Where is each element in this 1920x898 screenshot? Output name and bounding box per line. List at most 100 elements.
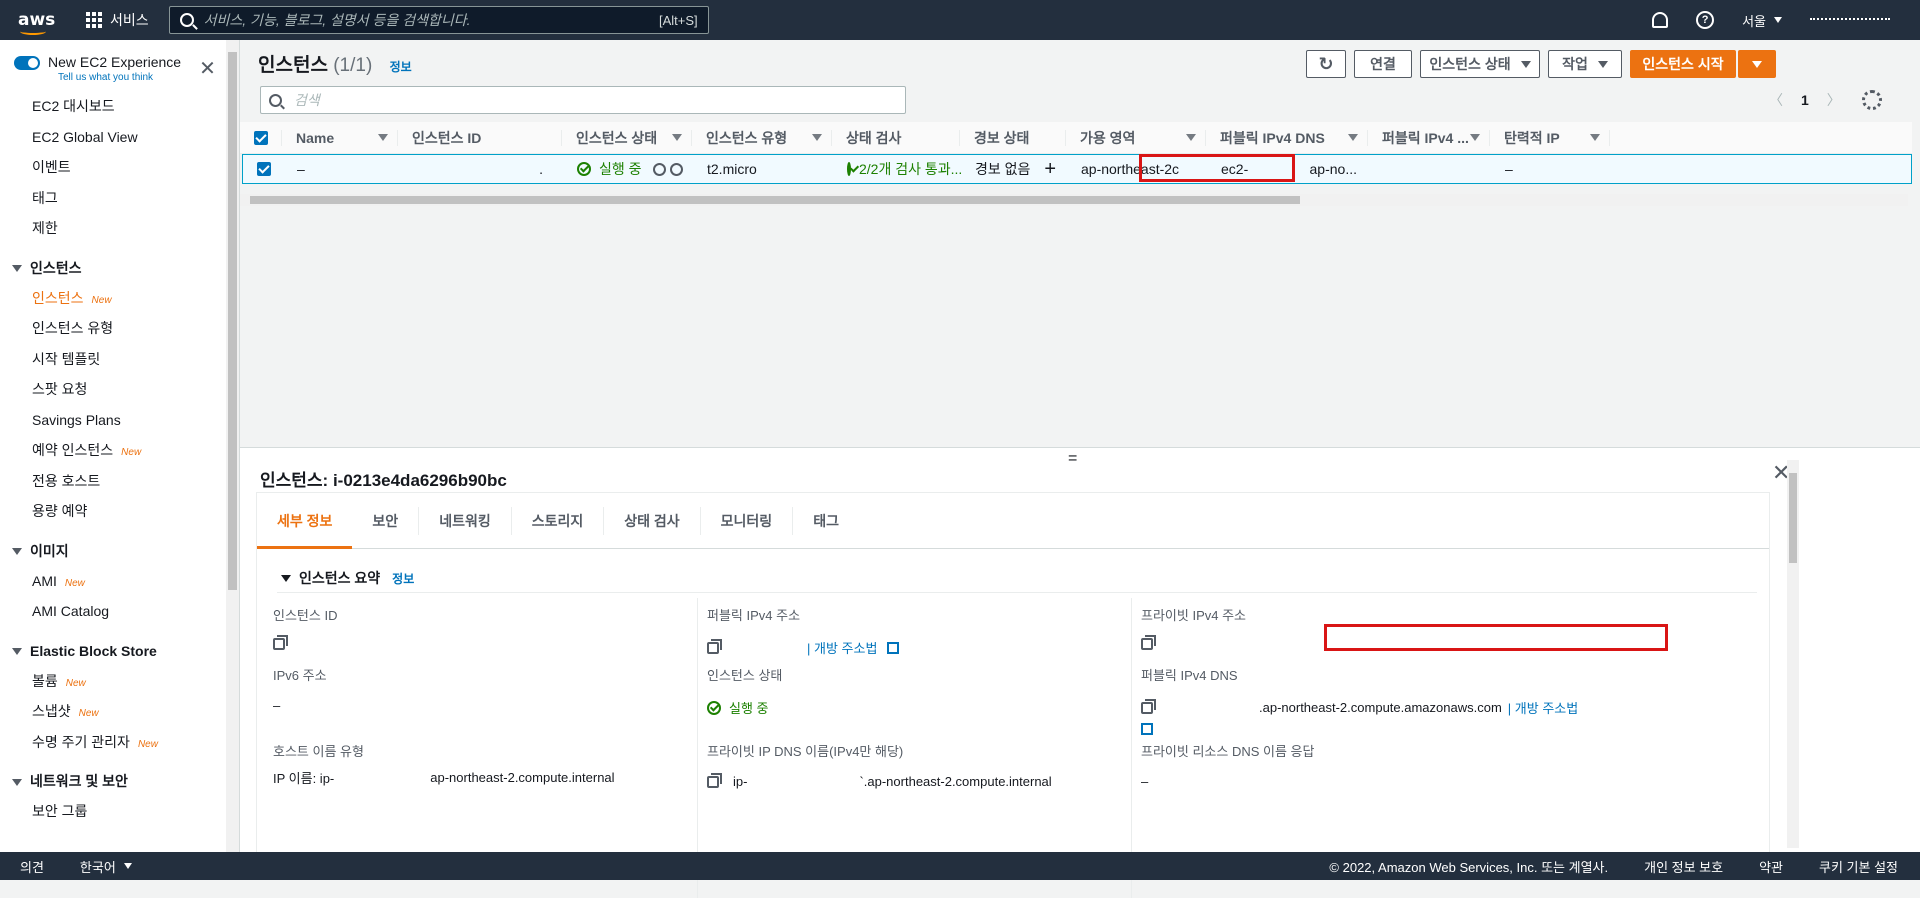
external-link-icon[interactable] — [1141, 723, 1153, 735]
tab-storage[interactable]: 스토리지 — [512, 506, 605, 535]
copy-icon[interactable] — [273, 635, 288, 650]
summary-title: 인스턴스 요약 — [299, 570, 381, 586]
sidebar-item[interactable]: 보안 그룹 — [0, 796, 239, 827]
terms-link[interactable]: 약관 — [1759, 857, 1783, 876]
sidebar-item[interactable]: AMI New — [0, 566, 239, 597]
table-horizontal-scrollbar[interactable] — [240, 194, 1908, 206]
open-address-link[interactable]: | 개방 주소법 — [1508, 698, 1578, 717]
resize-handle[interactable]: = — [1068, 450, 1077, 468]
col-public-dns[interactable]: 퍼블릭 IPv4 DNS — [1206, 122, 1368, 153]
tab-tags[interactable]: 태그 — [793, 507, 859, 535]
launch-instance-button[interactable]: 인스턴스 시작 — [1630, 50, 1736, 78]
copy-icon[interactable] — [1141, 698, 1156, 714]
row-checkbox[interactable] — [243, 155, 283, 183]
sidebar-item[interactable]: AMI Catalog — [0, 596, 239, 627]
sidebar-item[interactable]: 볼륨 New — [0, 666, 239, 697]
sidebar-item[interactable]: 인스턴스 New — [0, 283, 239, 314]
table-row[interactable]: – . 실행 중 t2.micro 2/2개 검사 통과... 경보 없음 + a… — [242, 154, 1912, 184]
sidebar-section[interactable]: 이미지 — [0, 536, 239, 566]
instance-summary-header[interactable]: 인스턴스 요약 정보 — [281, 568, 414, 588]
info-link[interactable]: 정보 — [390, 60, 412, 74]
col-public-ipv4[interactable]: 퍼블릭 IPv4 ... — [1368, 122, 1490, 153]
connect-button[interactable]: 연결 — [1354, 50, 1412, 78]
alarm-text: 경보 없음 — [975, 161, 1031, 177]
tab-status-checks[interactable]: 상태 검사 — [604, 506, 701, 535]
caret-down-icon — [12, 778, 22, 786]
close-icon[interactable]: ✕ — [199, 56, 216, 81]
select-all-checkbox[interactable] — [240, 122, 282, 153]
tab-details[interactable]: 세부 정보 — [257, 493, 353, 549]
chevron-down-icon — [1774, 17, 1782, 23]
copy-icon[interactable] — [707, 638, 722, 654]
aws-logo[interactable]: aws — [18, 10, 58, 35]
add-alarm-icon[interactable]: + — [1044, 158, 1056, 181]
sidebar-item[interactable]: 시작 템플릿 — [0, 344, 239, 375]
col-instance-state[interactable]: 인스턴스 상태 — [562, 122, 692, 153]
sidebar-item[interactable]: 스냅샷 New — [0, 696, 239, 727]
services-menu-button[interactable]: 서비스 — [86, 10, 149, 30]
details-scroll-thumb[interactable] — [1789, 473, 1797, 563]
sidebar-item-label: 스냅샷 — [32, 703, 71, 719]
tab-monitoring[interactable]: 모니터링 — [701, 506, 794, 535]
col-name[interactable]: Name — [282, 122, 398, 153]
bell-icon[interactable] — [1652, 12, 1669, 28]
copy-icon[interactable] — [1141, 635, 1156, 650]
sidebar-item[interactable]: 태그 — [0, 183, 239, 214]
actions-button[interactable]: 작업 — [1548, 50, 1622, 78]
sidebar-item[interactable]: Savings Plans — [0, 405, 239, 436]
open-address-link[interactable]: | 개방 주소법 — [807, 638, 877, 657]
privacy-link[interactable]: 개인 정보 보호 — [1644, 857, 1723, 876]
instance-filter-input[interactable]: 검색 — [260, 86, 906, 114]
region-selector[interactable]: 서울 — [1742, 11, 1782, 30]
col-instance-id[interactable]: 인스턴스 ID — [398, 122, 562, 153]
launch-dropdown-button[interactable] — [1738, 50, 1776, 78]
sidebar-scroll-thumb[interactable] — [228, 52, 237, 590]
tab-security[interactable]: 보안 — [352, 506, 420, 535]
zoom-out-icon[interactable] — [670, 162, 683, 176]
sidebar-item[interactable]: 이벤트 — [0, 152, 239, 183]
new-experience-toggle[interactable] — [14, 56, 40, 70]
cookie-settings-link[interactable]: 쿠키 기본 설정 — [1819, 857, 1898, 876]
col-status-check[interactable]: 상태 검사 — [832, 122, 960, 153]
check-circle-icon — [577, 162, 591, 176]
feedback-link[interactable]: 의견 — [20, 857, 44, 876]
info-link[interactable]: 정보 — [392, 570, 414, 587]
sidebar-item[interactable]: 전용 호스트 — [0, 466, 239, 497]
global-search-input[interactable]: 서비스, 기능, 블로그, 설명서 등을 검색합니다. [Alt+S] — [168, 6, 709, 34]
col-instance-type[interactable]: 인스턴스 유형 — [692, 122, 832, 153]
gear-icon[interactable] — [1862, 90, 1882, 110]
copy-icon[interactable] — [707, 772, 722, 788]
connect-label: 연결 — [1370, 56, 1396, 72]
sidebar-item[interactable]: 제한 — [0, 213, 239, 244]
sidebar-item-label: 용량 예약 — [32, 503, 88, 519]
col-label: 인스턴스 유형 — [706, 129, 788, 146]
sidebar-item[interactable]: 예약 인스턴스 New — [0, 435, 239, 466]
sidebar-item[interactable]: 인스턴스 유형 — [0, 313, 239, 344]
sidebar-item[interactable]: 수명 주기 관리자 New — [0, 727, 239, 758]
sidebar-item-label: AMI Catalog — [32, 603, 110, 619]
prev-page-icon[interactable]: 〈 — [1769, 90, 1783, 110]
sidebar-section[interactable]: 인스턴스 — [0, 253, 239, 283]
feedback-link[interactable]: Tell us what you think — [58, 72, 181, 83]
main-content: 인스턴스 (1/1) 정보 ↻ 연결 인스턴스 상태 작업 인스턴스 시작 검색… — [240, 40, 1920, 898]
help-icon[interactable]: ? — [1696, 11, 1715, 29]
cell-instance-id[interactable]: . — [399, 155, 563, 183]
sidebar-item[interactable]: EC2 대시보드 — [0, 91, 239, 122]
account-menu[interactable] — [1810, 18, 1890, 22]
sidebar-section[interactable]: 네트워크 및 보안 — [0, 766, 239, 796]
sidebar-item[interactable]: EC2 Global View — [0, 122, 239, 153]
tab-networking[interactable]: 네트워킹 — [419, 506, 512, 535]
col-alarm-status[interactable]: 경보 상태 — [960, 122, 1066, 153]
language-selector[interactable]: 한국어 — [80, 857, 132, 876]
col-availability-zone[interactable]: 가용 영역 — [1066, 122, 1206, 153]
sidebar-item[interactable]: 스팟 요청 — [0, 374, 239, 405]
instance-state-button[interactable]: 인스턴스 상태 — [1420, 50, 1540, 78]
zoom-in-icon[interactable] — [653, 162, 666, 176]
page-number[interactable]: 1 — [1801, 92, 1809, 108]
sidebar-item[interactable]: 용량 예약 — [0, 496, 239, 527]
next-page-icon[interactable]: 〉 — [1827, 90, 1841, 110]
external-link-icon[interactable] — [887, 641, 900, 654]
refresh-button[interactable]: ↻ — [1306, 50, 1346, 78]
col-elastic-ip[interactable]: 탄력적 IP — [1490, 122, 1610, 153]
sidebar-section[interactable]: Elastic Block Store — [0, 636, 239, 666]
